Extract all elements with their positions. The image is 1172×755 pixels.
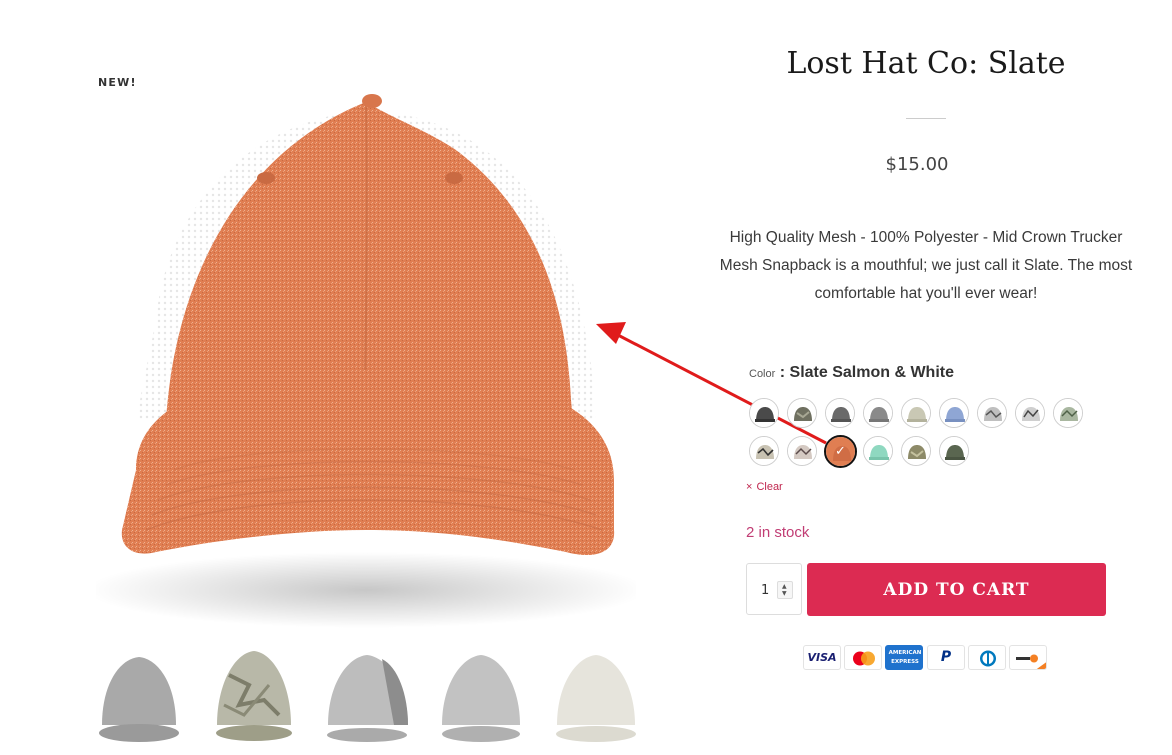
- payment-icons: VISA AMERICAN EXPRESS P: [803, 645, 1053, 671]
- product-title: Lost Hat Co: Slate: [786, 46, 1066, 81]
- title-divider: [906, 118, 946, 119]
- add-to-cart-button[interactable]: ADD TO CART: [807, 563, 1106, 616]
- color-swatch-13[interactable]: [863, 436, 893, 466]
- discover-icon: [1009, 645, 1047, 670]
- main-product-image[interactable]: [86, 90, 646, 630]
- paypal-icon: P: [927, 645, 965, 670]
- color-label: Color: [749, 368, 776, 380]
- color-separator: :: [779, 364, 786, 381]
- color-swatch-14[interactable]: [901, 436, 931, 466]
- selected-check-icon: ✓: [835, 444, 846, 459]
- thumbnail-2[interactable]: [209, 645, 299, 755]
- product-price: $15.00: [885, 154, 949, 175]
- color-swatch-4[interactable]: [863, 398, 893, 428]
- visa-text: VISA: [807, 651, 837, 664]
- amex-text: AMERICAN EXPRESS: [888, 650, 922, 665]
- color-swatch-9[interactable]: [1053, 398, 1083, 428]
- stock-status: 2 in stock: [746, 524, 810, 541]
- color-swatch-11[interactable]: [787, 436, 817, 466]
- mastercard-icon: [844, 645, 882, 670]
- clear-label: Clear: [756, 481, 783, 493]
- chevron-down-icon[interactable]: ▼: [782, 591, 787, 597]
- selected-color-name: Slate Salmon & White: [789, 364, 954, 381]
- color-swatch-10[interactable]: [749, 436, 779, 466]
- close-icon: ×: [746, 481, 753, 493]
- color-swatch-5[interactable]: [901, 398, 931, 428]
- thumbnail-strip: [94, 645, 642, 755]
- thumbnail-3[interactable]: [322, 645, 412, 755]
- color-swatch-1[interactable]: [749, 398, 779, 428]
- color-swatch-8[interactable]: [1015, 398, 1045, 428]
- amex-icon: AMERICAN EXPRESS: [885, 645, 923, 670]
- product-description: High Quality Mesh - 100% Polyester - Mid…: [719, 229, 1133, 302]
- visa-icon: VISA: [803, 645, 841, 670]
- diners-club-icon: [968, 645, 1006, 670]
- clear-selection-link[interactable]: × Clear: [746, 481, 783, 493]
- color-swatch-6[interactable]: [939, 398, 969, 428]
- color-swatch-2[interactable]: [787, 398, 817, 428]
- thumbnail-1[interactable]: [94, 645, 184, 755]
- new-badge: NEW!: [98, 76, 137, 89]
- quantity-field: ▲ ▼: [746, 563, 802, 615]
- quantity-stepper[interactable]: ▲ ▼: [777, 581, 793, 599]
- paypal-text: P: [940, 649, 952, 665]
- thumbnail-4[interactable]: [436, 645, 526, 755]
- color-swatch-3[interactable]: [825, 398, 855, 428]
- color-swatch-7[interactable]: [977, 398, 1007, 428]
- color-label-row: Color : Slate Salmon & White: [749, 364, 954, 382]
- color-swatch-15[interactable]: [939, 436, 969, 466]
- thumbnail-5[interactable]: [551, 645, 641, 755]
- color-swatch-12-selected[interactable]: ✓: [824, 435, 857, 468]
